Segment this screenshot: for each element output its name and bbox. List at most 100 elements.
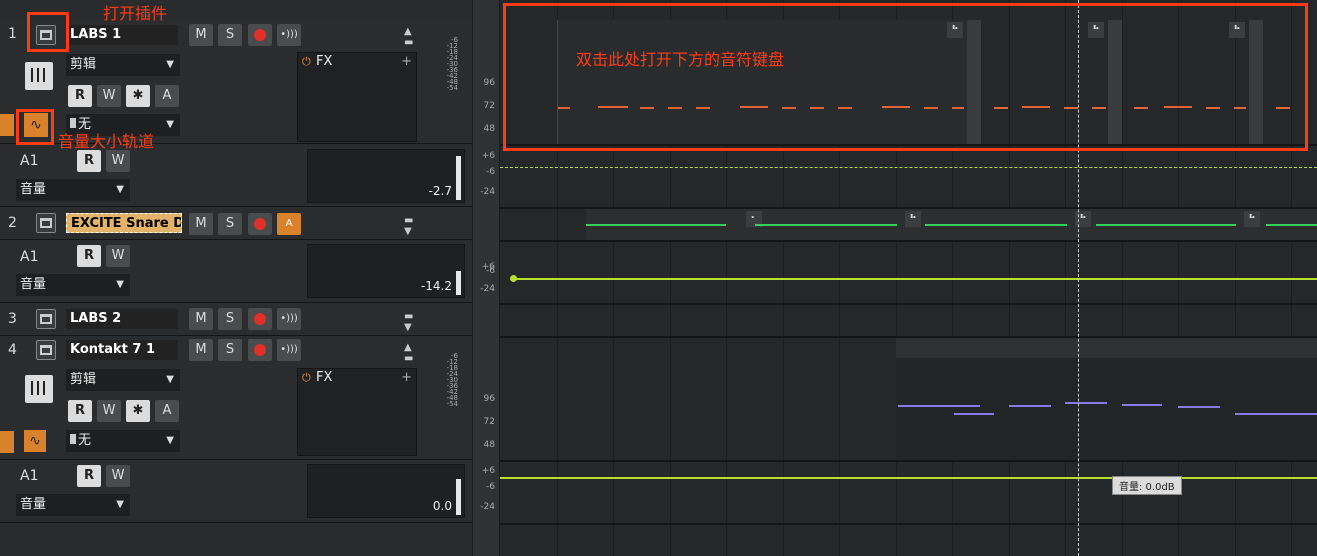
volume-fader[interactable] (456, 271, 461, 295)
power-icon[interactable]: ⏻ (302, 53, 311, 71)
write-button[interactable]: W (97, 85, 121, 107)
automation-button[interactable]: A (155, 85, 179, 107)
volume-envelope[interactable] (500, 477, 1317, 479)
power-icon[interactable]: ⏻ (302, 369, 311, 387)
solo-button[interactable]: S (218, 24, 242, 46)
midi-note[interactable] (954, 413, 994, 415)
mute-button[interactable]: M (189, 24, 213, 46)
midi-note[interactable] (898, 405, 980, 407)
midi-clip[interactable] (896, 338, 1317, 460)
write-button[interactable]: W (106, 150, 130, 172)
chevron-down-icon: ▼ (116, 279, 124, 290)
collapse-icon[interactable]: ▬ ▼ (404, 311, 413, 333)
parameter-dropdown[interactable]: 音量 ▼ (16, 494, 130, 516)
read-button[interactable]: R (68, 85, 92, 107)
volume-subtrack-1[interactable]: A1 R W 音量 ▼ -2.7 (0, 145, 472, 207)
clip-marker-icon[interactable]: ⠓ (1244, 211, 1260, 227)
monitor-button[interactable]: •))) (277, 339, 301, 361)
track-name[interactable]: LABS 1 (66, 25, 178, 45)
record-button[interactable] (248, 24, 272, 46)
read-button[interactable]: R (77, 150, 101, 172)
midi-note[interactable] (1009, 405, 1051, 407)
fx-rack[interactable]: ⏻ FX + (297, 52, 417, 142)
ruler-label: +6 (481, 466, 495, 476)
clip-dropdown[interactable]: 剪辑 ▼ (66, 54, 180, 76)
envelope-point[interactable] (510, 275, 517, 282)
parameter-dropdown[interactable]: 音量 ▼ (16, 179, 130, 201)
volume-display[interactable]: -2.7 (307, 149, 465, 203)
midi-note[interactable] (1096, 224, 1236, 226)
arrange-view[interactable]: ⠓ ⠓ ⠓ ⠂ ⠓ ⠓ ⠓ 音量: 0.0dB (500, 0, 1317, 556)
track-name[interactable]: EXCITE Snare Dr (66, 213, 182, 233)
star-button[interactable]: ✱ (126, 400, 150, 422)
record-button[interactable] (248, 339, 272, 361)
read-button[interactable]: R (68, 400, 92, 422)
track-name[interactable]: Kontakt 7 1 (66, 340, 178, 360)
mute-button[interactable]: M (189, 308, 213, 330)
volume-envelope[interactable] (500, 167, 1317, 168)
annotation-plugin-highlight (27, 12, 69, 52)
automation-toggle-icon[interactable] (0, 114, 14, 136)
write-button[interactable]: W (106, 245, 130, 267)
fx-header[interactable]: ⏻ FX + (298, 53, 416, 71)
volume-fader[interactable] (456, 479, 461, 515)
volume-fader[interactable] (456, 156, 461, 200)
automation-toggle-icon[interactable] (0, 431, 14, 453)
mute-button[interactable]: M (189, 213, 213, 235)
monitor-button[interactable]: •))) (277, 24, 301, 46)
instrument-editor-icon[interactable] (36, 213, 56, 233)
volume-display[interactable]: -14.2 (307, 244, 465, 298)
fx-header[interactable]: ⏻ FX + (298, 369, 416, 387)
midi-note[interactable] (925, 224, 1067, 226)
annotation-double-click: 双击此处打开下方的音符键盘 (576, 50, 785, 69)
midi-note[interactable] (1178, 406, 1220, 408)
automation-button[interactable]: A (155, 400, 179, 422)
mute-button[interactable]: M (189, 339, 213, 361)
midi-note[interactable] (1065, 402, 1107, 404)
fx-rack[interactable]: ⏻ FX + (297, 368, 417, 456)
collapse-icon[interactable]: ▬ ▼ (404, 215, 413, 237)
input-dropdown[interactable]: 无 ▼ (66, 430, 180, 452)
annotation-open-plugin: 打开插件 (103, 4, 168, 23)
track-name[interactable]: LABS 2 (66, 309, 178, 329)
star-button[interactable]: ✱ (126, 85, 150, 107)
midi-note[interactable] (586, 224, 726, 226)
instrument-editor-icon[interactable] (36, 309, 56, 329)
midi-note[interactable] (1235, 413, 1317, 415)
track-3[interactable]: 3 LABS 2 M S •))) ▬ ▼ (0, 304, 472, 336)
track-1[interactable]: 1 LABS 1 M S •))) ▲ ▬ 剪辑 ▼ R W ✱ A 无 ▼ ∿ ⏻ … (0, 20, 472, 144)
track-4[interactable]: 4 Kontakt 7 1 M S •))) ▲ ▬ 剪辑 ▼ R W ✱ A 无 ▼… (0, 337, 472, 460)
midi-note[interactable] (1266, 224, 1317, 226)
volume-subtrack-2[interactable]: A1 R W 音量 ▼ -14.2 (0, 241, 472, 303)
volume-subtrack-4[interactable]: A1 R W 音量 ▼ 0.0 (0, 461, 472, 523)
instrument-editor-icon[interactable] (36, 340, 56, 360)
clip-marker-icon[interactable]: ⠓ (905, 211, 921, 227)
volume-envelope[interactable] (514, 278, 1317, 280)
write-button[interactable]: W (106, 465, 130, 487)
monitor-button[interactable]: A (277, 213, 301, 235)
solo-button[interactable]: S (218, 308, 242, 330)
fx-label: FX (316, 54, 333, 69)
read-button[interactable]: R (77, 245, 101, 267)
parameter-dropdown[interactable]: 音量 ▼ (16, 274, 130, 296)
clip-dropdown[interactable]: 剪辑 ▼ (66, 369, 180, 391)
track-2[interactable]: 2 EXCITE Snare Dr M S A ▬ ▼ (0, 208, 472, 240)
midi-note[interactable] (1122, 404, 1162, 406)
expand-icon[interactable]: ▲ ▬ (404, 26, 413, 48)
volume-automation-icon[interactable]: ∿ (24, 430, 46, 452)
record-button[interactable] (248, 213, 272, 235)
piano-icon (25, 62, 53, 90)
volume-tooltip: 音量: 0.0dB (1112, 476, 1182, 495)
volume-display[interactable]: 0.0 (307, 464, 465, 518)
midi-note[interactable] (755, 224, 897, 226)
solo-button[interactable]: S (218, 339, 242, 361)
write-button[interactable]: W (97, 400, 121, 422)
read-button[interactable]: R (77, 465, 101, 487)
solo-button[interactable]: S (218, 213, 242, 235)
chevron-down-icon: ▼ (166, 59, 174, 70)
monitor-button[interactable]: •))) (277, 308, 301, 330)
add-fx-icon[interactable]: + (401, 53, 412, 71)
add-fx-icon[interactable]: + (401, 369, 412, 387)
record-button[interactable] (248, 308, 272, 330)
expand-icon[interactable]: ▲ ▬ (404, 342, 413, 364)
